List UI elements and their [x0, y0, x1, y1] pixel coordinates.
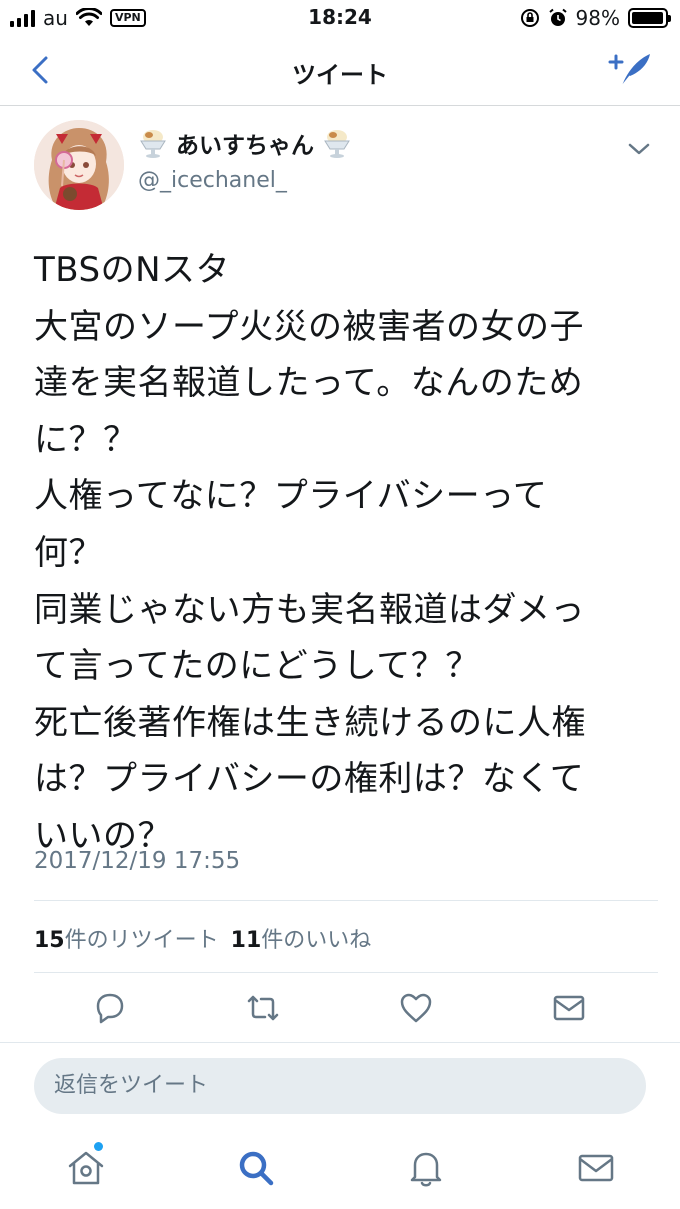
page-title: ツイート	[292, 61, 388, 89]
engagement-stats: 15件のリツイート 11件のいいね	[34, 922, 371, 954]
avatar[interactable]	[34, 120, 124, 210]
battery-icon	[628, 8, 671, 28]
like-stat[interactable]: 11件のいいね	[231, 922, 372, 954]
orientation-lock-icon	[520, 9, 539, 27]
divider	[34, 972, 658, 973]
tweet-line: 同業じゃない方も実名報道はダメっ	[34, 589, 585, 630]
retweet-stat[interactable]: 15件のリツイート	[34, 922, 219, 954]
avatar-illustration	[34, 120, 124, 210]
retweet-label: 件のリツイート	[64, 928, 219, 953]
compose-tweet-icon[interactable]	[608, 50, 652, 90]
retweet-icon[interactable]	[243, 988, 283, 1028]
tweet-line: 達を実名報道したって。なんのため	[34, 363, 584, 404]
notifications-icon[interactable]	[404, 1146, 448, 1190]
divider	[34, 900, 658, 901]
tweet-line: TBSのNスタ	[34, 250, 231, 290]
search-icon[interactable]	[234, 1146, 278, 1190]
tweet-line: 大宮のソープ火災の被害者の女の子	[34, 306, 584, 347]
tweet-line: 何？	[34, 532, 103, 573]
tweet-text: TBSのNスタ 大宮のソープ火災の被害者の女の子 達を実名報道したって。なんのた…	[34, 242, 654, 865]
new-content-dot	[94, 1142, 103, 1151]
tweet-line: 人権ってなに？プライバシーって	[34, 476, 548, 517]
like-icon[interactable]	[396, 988, 436, 1028]
user-handle[interactable]: @_icechanel_	[138, 168, 287, 193]
reply-input[interactable]: 返信をツイート	[34, 1058, 646, 1114]
ice-cream-icon	[140, 130, 166, 158]
alarm-icon	[548, 8, 567, 26]
navigation-bar: ツイート	[0, 36, 680, 106]
status-bar: au VPN 18:24 98%	[0, 0, 680, 36]
direct-message-icon[interactable]	[549, 988, 589, 1028]
battery-fill	[632, 12, 664, 24]
author-name-row[interactable]: あいすちゃん	[138, 126, 352, 160]
like-count: 11	[230, 928, 262, 953]
divider	[0, 1042, 680, 1043]
reply-icon[interactable]	[90, 988, 130, 1028]
messages-icon[interactable]	[574, 1146, 618, 1190]
tweet-line: は？プライバシーの権利は？なくて	[34, 759, 585, 800]
tweet-line: て言ってたのにどうして？？	[34, 646, 480, 687]
like-label: 件のいいね	[261, 928, 372, 953]
chevron-down-icon[interactable]	[626, 138, 652, 160]
tweet-line: に？？	[34, 419, 138, 460]
tweet-timestamp: 2017/12/19 17:55	[34, 848, 241, 874]
tweet-actions	[0, 988, 680, 1028]
tweet-line: 死亡後著作権は生き続けるのに人権	[34, 702, 586, 743]
display-name: あいすちゃん	[176, 133, 314, 159]
home-icon[interactable]	[64, 1146, 108, 1190]
status-right: 98%	[520, 6, 671, 30]
battery-percent: 98%	[575, 6, 620, 30]
ice-cream-icon	[324, 130, 350, 158]
retweet-count: 15	[34, 928, 65, 953]
